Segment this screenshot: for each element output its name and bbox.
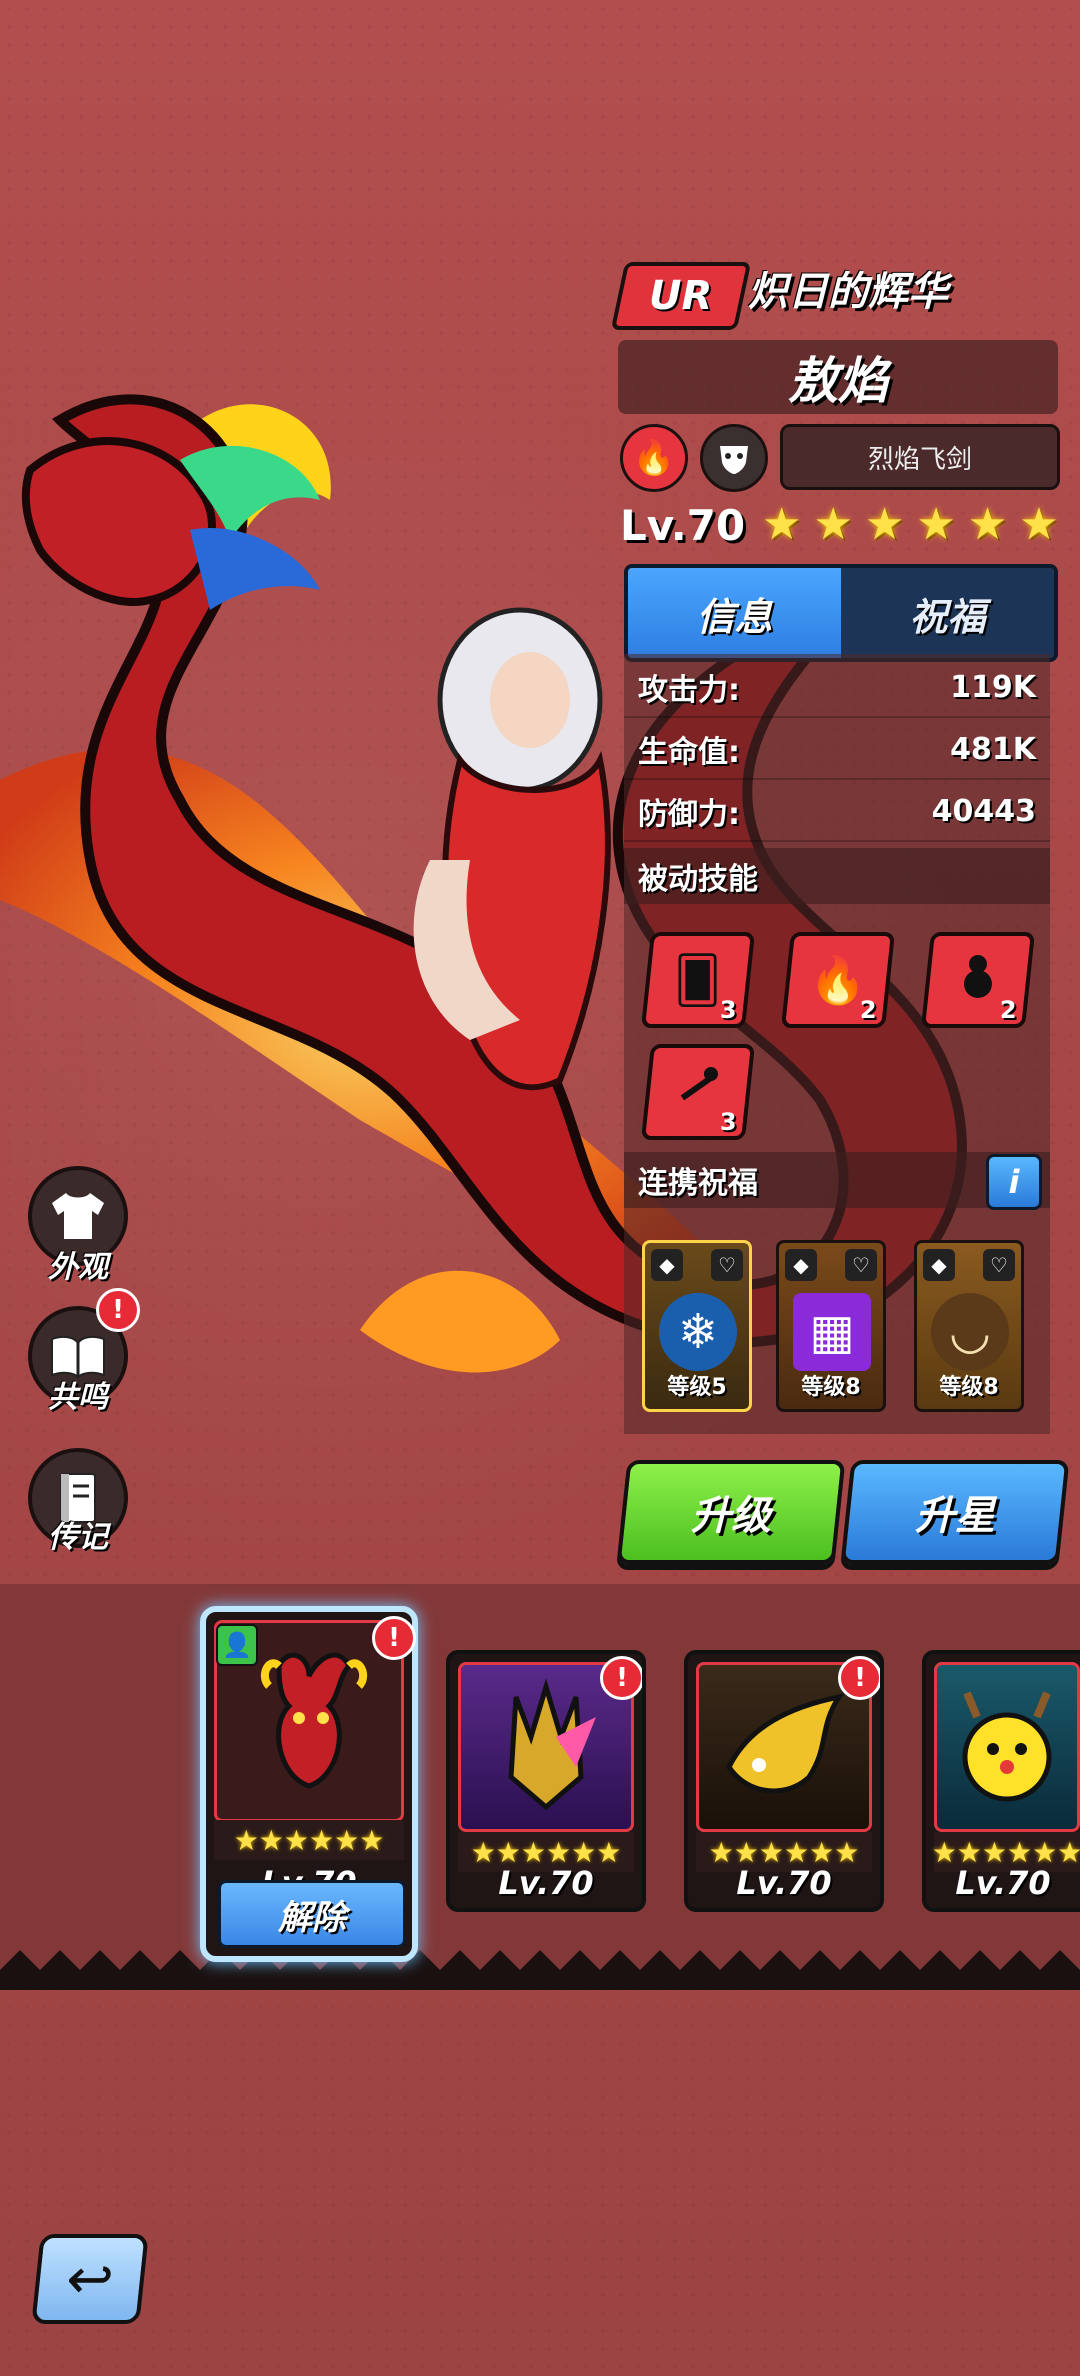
fire-icon[interactable]: 🔥 (620, 424, 688, 492)
pet-stars: ★★★★★★ (214, 1820, 404, 1860)
shirt-icon (52, 1193, 104, 1239)
gourd-icon (956, 950, 1000, 1011)
stat-label: 防御力: (638, 797, 740, 832)
dragon-head-icon (260, 1652, 368, 1789)
rank-tag-icon: ◆ (785, 1249, 817, 1281)
dragon-orb-icon: ❄ (659, 1293, 737, 1371)
strip-spiked-edge (0, 1950, 1080, 1990)
upgrade-label: 升级 (691, 1493, 771, 1539)
rarity-label: UR (649, 273, 713, 319)
hero-name-box: 敖焰 (618, 340, 1058, 414)
reindeer-icon (962, 1691, 1052, 1802)
star-icon: ★ (1019, 499, 1059, 550)
release-button[interactable]: 解除 (218, 1880, 406, 1948)
hero-level: Lv.70 (620, 501, 746, 550)
rank-tag-icon: ◆ (651, 1249, 683, 1281)
rank-tag-icon: ◆ (923, 1249, 955, 1281)
person-icon: 👤 (216, 1624, 258, 1666)
weapon-name[interactable]: 烈焰飞剑 (780, 424, 1060, 490)
skill-level: 3 (720, 1108, 737, 1136)
stat-health: 生命值: 481K (624, 720, 1050, 780)
star-up-button[interactable]: 升星 (840, 1460, 1070, 1564)
stat-label: 攻击力: (638, 673, 740, 708)
staff-icon (673, 1062, 723, 1123)
star-icon: ★ (967, 499, 1008, 550)
skill-level: 2 (860, 996, 877, 1024)
upgrade-button[interactable]: 升级 (616, 1460, 846, 1564)
hero-stars: ★ ★ ★ ★ ★ ★ (762, 500, 1059, 550)
passive-skills-heading: 被动技能 (624, 848, 1050, 904)
cards-icon: 🂠 (674, 953, 722, 1007)
stat-value: 40443 (931, 793, 1036, 829)
hero-title: 炽日的辉华 (748, 269, 948, 315)
star-icon: ★ (916, 499, 956, 550)
heart-icon: ♡ (711, 1249, 743, 1281)
horned-helmet-icon (508, 1678, 596, 1811)
pet-level: Lv.70 (498, 1864, 594, 1902)
skill-level: 3 (720, 996, 737, 1024)
notification-badge: ! (96, 1288, 140, 1332)
star-up-label: 升星 (915, 1493, 995, 1539)
blessing-level: 等级5 (667, 1375, 727, 1400)
heart-icon: ♡ (983, 1249, 1015, 1281)
hero-name: 敖焰 (788, 352, 888, 410)
star-icon: ★ (762, 499, 802, 550)
skill-cards[interactable]: 🂠 3 (640, 932, 756, 1028)
stat-attack: 攻击力: 119K (624, 658, 1050, 718)
biography-label: 传记 (48, 1520, 108, 1555)
blessing-level: 等级8 (939, 1375, 999, 1400)
back-button[interactable]: ↩ (31, 2234, 149, 2324)
mask-icon[interactable] (700, 424, 768, 492)
back-arrow-icon: ↩ (63, 2246, 117, 2312)
beast-claw-icon (726, 1693, 845, 1794)
notification-badge: ! (372, 1616, 416, 1660)
heart-icon: ♡ (845, 1249, 877, 1281)
pet-level: Lv.70 (736, 1864, 832, 1902)
star-icon: ★ (813, 499, 853, 550)
rarity-badge: UR (610, 262, 752, 330)
info-button[interactable]: i (986, 1154, 1042, 1210)
notification-badge: ! (838, 1656, 880, 1700)
stage-icon: ▦ (793, 1293, 871, 1371)
pet-card[interactable]: ! ★★★★★★ Lv.70 (446, 1650, 646, 1912)
claw-necklace-icon: ◡ (931, 1293, 1009, 1371)
resonance-label: 共鸣 (48, 1380, 108, 1415)
pet-card[interactable]: ! ★★★★★★ Lv.70 (684, 1650, 884, 1912)
stat-label: 生命值: (638, 735, 740, 770)
skill-gourd[interactable]: 2 (920, 932, 1036, 1028)
blessing-card-3[interactable]: ◆ ♡ ◡ 等级8 (914, 1240, 1024, 1412)
notification-badge: ! (600, 1656, 642, 1700)
tab-blessing[interactable]: 祝福 (841, 568, 1054, 658)
skill-staff[interactable]: 3 (640, 1044, 756, 1140)
blessing-card-1[interactable]: ◆ ♡ ❄ 等级5 (642, 1240, 752, 1412)
pet-level: Lv.70 (955, 1864, 1051, 1902)
star-icon: ★ (864, 499, 905, 550)
tab-info[interactable]: 信息 (628, 568, 841, 658)
blessing-level: 等级8 (801, 1375, 861, 1400)
stat-value: 119K (950, 669, 1036, 705)
skill-level: 2 (1000, 996, 1017, 1024)
star-icon: ★★★★★★ (233, 1823, 385, 1857)
stat-defense: 防御力: 40443 (624, 782, 1050, 842)
flame-icon: 🔥 (809, 952, 867, 1007)
pet-picture (934, 1662, 1080, 1832)
appearance-label: 外观 (48, 1250, 108, 1285)
blessing-card-2[interactable]: ◆ ♡ ▦ 等级8 (776, 1240, 886, 1412)
skill-flame[interactable]: 🔥 2 (780, 932, 896, 1028)
info-tabs: 信息 祝福 (624, 564, 1058, 662)
stat-value: 481K (950, 731, 1036, 767)
pet-card[interactable]: ★★★★★★ Lv.70 (922, 1650, 1080, 1912)
